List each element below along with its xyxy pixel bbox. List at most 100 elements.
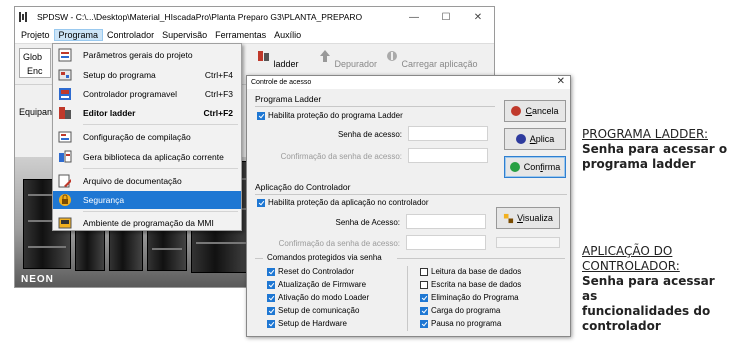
divider (255, 194, 567, 195)
access-control-dialog: Controle de acesso ✕ Programa Ladder Hab… (246, 75, 571, 337)
library-icon (59, 150, 72, 163)
depurador-button[interactable]: Depurador (318, 49, 377, 69)
ladder-label: ladder (273, 59, 299, 69)
controller-confirm-field[interactable] (406, 235, 486, 250)
menu-controlador[interactable]: Controlador (103, 30, 158, 40)
apply-button[interactable]: Aplica (504, 128, 566, 150)
programa-dropdown: Parâmetros gerais do projeto Setup do pr… (52, 43, 242, 231)
checkbox-box (420, 306, 428, 315)
menu-item-editor-ladder[interactable]: Editor ladder Ctrl+F2 (53, 104, 241, 122)
ladder-section-heading: Programa Ladder (255, 94, 322, 104)
confirm-button[interactable]: Confirma (504, 156, 566, 178)
upload-icon (387, 51, 397, 61)
menu-separator (83, 124, 238, 125)
depurador-label: Depurador (334, 59, 378, 69)
menu-item-setup[interactable]: Setup do programa Ctrl+F4 (53, 66, 241, 84)
checkbox-box (420, 293, 428, 302)
cmd-read-db-checkbox[interactable]: Leitura da base de dados (420, 267, 521, 276)
menu-supervisao[interactable]: Supervisão (158, 30, 211, 40)
dialog-close-button[interactable]: ✕ (557, 76, 565, 87)
controller-annotation-heading: CONTROLADOR: (582, 259, 680, 273)
title-bar: SPDSW - C:\...\Desktop\Material_HIscadaP… (15, 7, 494, 27)
controller-protect-checkbox[interactable]: Habilita proteção da aplicação no contro… (257, 198, 429, 207)
group-border (255, 258, 263, 259)
menu-item-parametros[interactable]: Parâmetros gerais do projeto (53, 46, 241, 64)
menu-item-label: Configuração de compilação (83, 132, 191, 142)
menu-item-shortcut: Ctrl+F4 (204, 70, 233, 80)
controller-confirm-label: Confirmação da senha de acesso: (278, 239, 400, 248)
menu-ferramentas[interactable]: Ferramentas (211, 30, 270, 40)
checkbox-box (257, 198, 265, 207)
menu-item-shortcut: Ctrl+F2 (203, 108, 233, 118)
cmd-reset-checkbox[interactable]: Reset do Controlador (267, 267, 354, 276)
cancel-button[interactable]: Cancela (504, 100, 566, 122)
cmd-loader-checkbox[interactable]: Ativação do modo Loader (267, 293, 369, 302)
checkbox-box (420, 280, 428, 289)
checkbox-box (420, 319, 428, 328)
ladder-protect-checkbox[interactable]: Habilita proteção do programa Ladder (257, 111, 403, 120)
menu-projeto[interactable]: Projeto (17, 30, 54, 40)
ladder-confirm-field[interactable] (408, 148, 488, 163)
close-button[interactable]: ✕ (462, 7, 494, 27)
cmd-hw-setup-checkbox[interactable]: Setup de Hardware (267, 319, 347, 328)
menu-item-label: Ambiente de programação da MMI (83, 218, 214, 228)
controller-annotation-text: Senha para acessar as (582, 274, 715, 303)
menu-item-controlador[interactable]: Controlador programavel Ctrl+F3 (53, 85, 241, 103)
minimize-button[interactable]: — (398, 7, 430, 27)
ladder-annotation-text: Senha para acessar o (582, 142, 728, 156)
lock-icon (59, 194, 71, 206)
menu-item-biblioteca[interactable]: Gera biblioteca da aplicação corrente (53, 148, 241, 166)
menu-item-config-compilacao[interactable]: Configuração de compilação (53, 128, 241, 146)
menu-item-label: Editor ladder (83, 108, 136, 118)
menu-auxilio[interactable]: Auxílio (270, 30, 305, 40)
cmd-comm-setup-checkbox[interactable]: Setup de comunicação (267, 306, 359, 315)
view-icon (503, 213, 514, 223)
cmd-load-program-checkbox[interactable]: Carga do programa (420, 306, 500, 315)
ladder-password-field[interactable] (408, 126, 488, 141)
plc-icon (59, 88, 71, 100)
controller-annotation: APLICAÇÃO DO CONTROLADOR: Senha para ace… (582, 244, 731, 334)
ladder-button[interactable]: ladder (257, 49, 299, 69)
compile-config-icon (58, 131, 72, 143)
checkbox-box (267, 280, 275, 289)
toolbar-tab-line2: Enc (27, 66, 43, 76)
menu-item-label: Arquivo de documentação (83, 176, 182, 186)
cmd-write-db-checkbox[interactable]: Escrita na base de dados (420, 280, 521, 289)
controller-password-field[interactable] (406, 214, 486, 229)
controller-annotation-text: funcionalidades do (582, 304, 711, 318)
cmd-pause-program-checkbox[interactable]: Pausa no programa (420, 319, 501, 328)
menu-item-label: Setup do programa (83, 70, 156, 80)
menu-item-seguranca[interactable]: Segurança (53, 191, 241, 209)
checkbox-box (420, 267, 428, 276)
menu-separator (83, 211, 238, 212)
controller-password-label: Senha de Acesso: (335, 218, 401, 227)
carregar-button[interactable]: Carregar aplicação (385, 49, 478, 69)
controller-protect-label: Habilita proteção da aplicação no contro… (268, 198, 429, 207)
ladder-annotation-text: programa ladder (582, 157, 696, 171)
cmd-delete-program-checkbox[interactable]: Eliminação do Programa (420, 293, 519, 302)
cmd-firmware-checkbox[interactable]: Atualização de Firmware (267, 280, 366, 289)
ladder-protect-label: Habilita proteção do programa Ladder (268, 111, 403, 120)
view-button[interactable]: Visualiza (496, 207, 560, 229)
maximize-button[interactable]: ☐ (430, 7, 462, 27)
menu-item-mmi[interactable]: Ambiente de programação da MMI (53, 214, 241, 232)
toolbar-tab[interactable]: Glob Enc (19, 48, 51, 78)
params-icon (58, 48, 72, 62)
menu-programa[interactable]: Programa (53, 29, 104, 41)
controller-annotation-heading: APLICAÇÃO DO (582, 244, 673, 258)
menu-item-documentacao[interactable]: Arquivo de documentação (53, 172, 241, 190)
menu-item-label: Controlador programavel (83, 89, 178, 99)
column-divider (407, 266, 408, 331)
neon-label: NEON (21, 274, 54, 285)
ladder-icon (59, 107, 71, 119)
mmi-icon (58, 217, 72, 229)
checkbox-box (267, 267, 275, 276)
checkbox-box (257, 111, 265, 120)
view-output-field (496, 237, 560, 248)
confirm-icon (509, 162, 520, 172)
debug-icon (320, 50, 330, 62)
ladder-annotation: PROGRAMA LADDER: Senha para acessar o pr… (582, 127, 727, 172)
ladder-annotation-heading: PROGRAMA LADDER: (582, 127, 708, 141)
controller-section-heading: Aplicação do Controlador (255, 182, 351, 192)
cancel-icon (511, 106, 522, 116)
